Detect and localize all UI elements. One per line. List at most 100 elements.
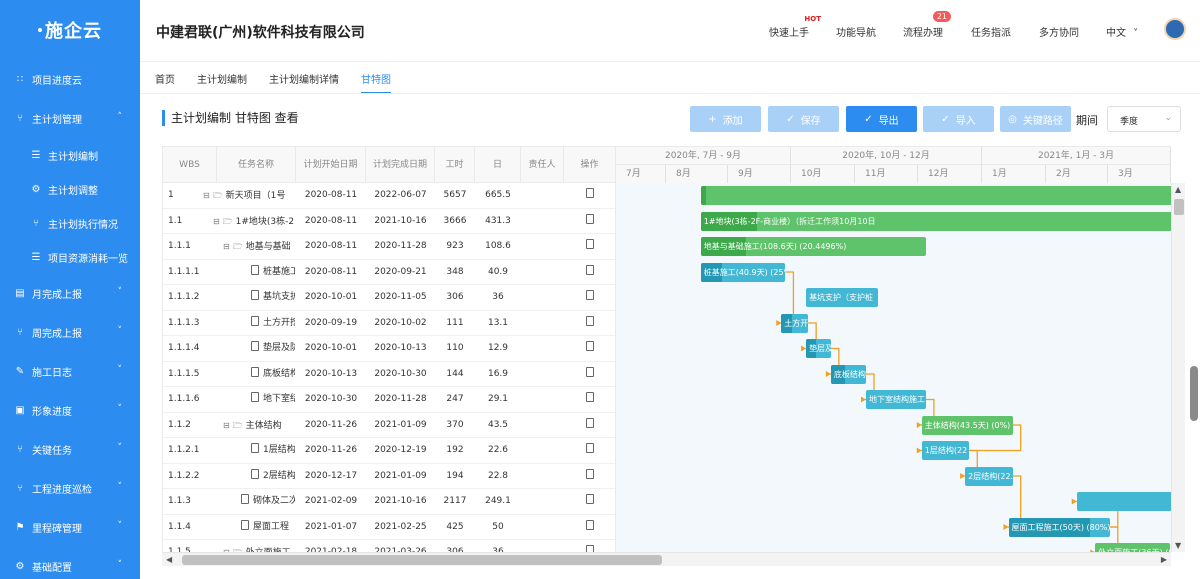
table-row[interactable]: 1.1.1.6 地下室结 2020-10-30 2020-11-28 247 29.1	[163, 387, 615, 413]
gantt-bar[interactable]: 基坑支护（支护桩	[806, 288, 879, 307]
end-cell: 2020-11-28	[374, 394, 427, 404]
view-document-icon[interactable]	[586, 264, 594, 275]
gantt-bar[interactable]: 外立面施工(36天) (0	[1095, 543, 1170, 552]
page-scroll-thumb[interactable]	[1190, 366, 1198, 421]
sidebar-item[interactable]: ⑂ 工程进度巡检 ˅	[0, 469, 140, 508]
table-row[interactable]: 1.1.1.3 土方开挖 2020-09-19 2020-10-02 111 13.1	[163, 311, 615, 336]
table-row[interactable]: 1.1.2 ⊟ 🗁 主体结构 2020-11-26 2021-01-09 370 43.5	[163, 413, 615, 438]
gantt-bar[interactable]: 垫层及	[806, 339, 831, 358]
collapse-icon[interactable]: ⊟	[223, 413, 230, 438]
view-document-icon[interactable]	[586, 366, 594, 377]
view-document-icon[interactable]	[586, 392, 594, 402]
collapse-icon[interactable]: ⊟	[213, 209, 220, 234]
scroll-right-icon[interactable]: ▶	[1161, 555, 1167, 564]
table-row[interactable]: 1.1.1.4 垫层及防 2020-10-01 2020-10-13 110 12.9	[163, 336, 615, 362]
milestone-icon: ⚑	[15, 522, 25, 533]
task-name-cell: 屋面工程	[241, 515, 295, 540]
wbs-cell: 1.1.2.1	[168, 445, 200, 455]
gantt-bar[interactable]: 1#地块(3栋-2F-商业楼）（拆迁工作须10月10日	[700, 211, 1171, 231]
header-nav-item[interactable]: 任务指派	[971, 24, 1011, 39]
table-row[interactable]: 1.1.1.5 底板结构 2020-10-13 2020-10-30 144 16.9	[163, 362, 615, 387]
table-row[interactable]: 1.1.1 ⊟ 🗁 地基与基础 2020-08-11 2020-11-28 923 108.6	[163, 234, 615, 260]
sidebar-item[interactable]: ⚑ 里程碑管理 ˅	[0, 508, 140, 547]
header-nav-item[interactable]: 快速上手 HOT	[769, 15, 821, 39]
view-document-icon[interactable]	[586, 494, 594, 504]
collapse-icon[interactable]: ⊟	[223, 234, 230, 259]
sidebar-item[interactable]: ☰ 主计划编制	[0, 138, 140, 172]
view-document-icon[interactable]	[586, 417, 594, 428]
view-document-icon[interactable]	[586, 290, 594, 300]
task-name-cell: 砌体及二次	[241, 489, 295, 514]
header-nav-item[interactable]: 功能导航	[836, 24, 876, 39]
collapse-icon[interactable]: ⊟	[203, 183, 210, 208]
sidebar-item[interactable]: ✎ 施工日志 ˅	[0, 352, 140, 391]
sidebar-item[interactable]: ▤ 月完成上报 ˅	[0, 274, 140, 313]
gantt-bar[interactable]: 地下室结构施工	[865, 390, 926, 409]
view-document-icon[interactable]	[586, 315, 594, 326]
period-select[interactable]: 季度 ⌄	[1107, 106, 1181, 132]
gantt-bar[interactable]: 主体结构(43.5天) (0%)	[921, 415, 1013, 435]
sidebar-item[interactable]: ⑂ 周完成上报 ˅	[0, 313, 140, 352]
view-document-icon[interactable]	[586, 213, 594, 224]
table-row[interactable]: 1.1.2.1 1层结构 2020-11-26 2020-12-19 192 22.6	[163, 438, 615, 464]
toolbar-button[interactable]: ✓ 导入	[923, 106, 994, 132]
gantt-bar[interactable]: 1层结构(22	[921, 441, 970, 460]
sidebar-item[interactable]: ☰ 项目资源消耗一览	[0, 240, 140, 274]
header-nav-item[interactable]: 流程办理 21	[903, 11, 951, 39]
scroll-down-icon[interactable]: ▼	[1175, 541, 1181, 550]
tab-item[interactable]: 首页	[155, 68, 175, 94]
table-row[interactable]: 1.1.3 砌体及二次 2021-02-09 2021-10-16 2117 249.1	[163, 489, 615, 515]
sidebar-item[interactable]: ▣ 形象进度 ˅	[0, 391, 140, 430]
sidebar-item[interactable]: ⑂ 主计划管理 ˄	[0, 99, 140, 138]
toolbar-button[interactable]: ◎ 关键路径	[1000, 106, 1071, 132]
gantt-bar[interactable]: 底板结构	[830, 364, 866, 384]
tab-item[interactable]: 甘特图	[361, 68, 391, 94]
view-document-icon[interactable]	[586, 519, 594, 530]
view-document-icon[interactable]	[586, 341, 594, 351]
gantt-bar[interactable]: 地基与基础施工(108.6天) (20.4496%)	[700, 237, 926, 256]
view-document-icon[interactable]	[586, 443, 594, 453]
app-logo[interactable]: 施企云	[0, 0, 140, 60]
wbs-cell: 1.1.1.6	[168, 394, 200, 404]
gantt-bar-label: 地基与基础施工(108.6天) (20.4496%)	[703, 242, 847, 251]
hours-cell: 144	[446, 368, 464, 379]
toolbar-button[interactable]: ✓ 保存	[768, 106, 839, 132]
horizontal-scroll-thumb[interactable]	[182, 555, 662, 565]
table-row[interactable]: 1.1.2.2 2层结构 2020-12-17 2021-01-09 194 22.8	[163, 464, 615, 489]
tab-item[interactable]: 主计划编制详情	[269, 68, 339, 94]
sidebar-item[interactable]: ⚙ 主计划调整	[0, 172, 140, 206]
sidebar-item[interactable]: ⑂ 主计划执行情况	[0, 206, 140, 240]
user-avatar[interactable]	[1164, 18, 1186, 40]
table-row[interactable]: 1.1.4 屋面工程 2021-01-07 2021-02-25 425 50	[163, 515, 615, 540]
gantt-bar[interactable]: 屋面工程施工(50天) (80%)	[1008, 517, 1110, 537]
header-nav-item[interactable]: 多方协同	[1039, 24, 1079, 39]
table-row[interactable]: 1 ⊟ 🗁 新天项目（1号 2020-08-11 2022-06-07 5657 665.5	[163, 183, 615, 209]
view-document-icon[interactable]	[586, 188, 594, 198]
gantt-bar[interactable]: 桩基施工(40.9天) (25%	[700, 262, 786, 282]
table-row[interactable]: 1.1.1.2 基坑支护 2020-10-01 2020-11-05 306 36	[163, 285, 615, 311]
sidebar-item[interactable]: ⚙ 基础配置 ˅	[0, 547, 140, 579]
gantt-bar-label: 主体结构(43.5天) (0%)	[924, 420, 1011, 430]
gantt-vertical-scrollbar[interactable]: ▲ ▼	[1171, 183, 1185, 552]
vertical-scroll-thumb[interactable]	[1174, 199, 1184, 215]
header-nav-label: 多方协同	[1039, 28, 1079, 39]
chevron-down-icon: ˅	[1130, 28, 1139, 39]
toolbar-button[interactable]: ✓ 导出	[846, 106, 917, 132]
table-row[interactable]: 1.1 ⊟ 🗁 1#地块(3栋-2 2020-08-11 2021-10-16 3666 43…	[163, 209, 615, 234]
gantt-bar[interactable]: 土方开	[781, 313, 809, 333]
header-nav-item[interactable]: 中文 ˅	[1106, 24, 1138, 39]
table-row[interactable]: 1.1.1.1 桩基施工 2020-08-11 2020-09-21 348 40.9	[163, 260, 615, 285]
toolbar-button[interactable]: + 添加	[690, 106, 761, 132]
gantt-bar[interactable]	[1076, 492, 1171, 511]
gantt-bar[interactable]	[700, 186, 1171, 205]
view-document-icon[interactable]	[586, 468, 594, 479]
sidebar-item-label: 形象进度	[32, 407, 72, 418]
sidebar-item[interactable]: ⑂ 关键任务 ˅	[0, 430, 140, 469]
view-document-icon[interactable]	[586, 239, 594, 249]
scroll-left-icon[interactable]: ◀	[166, 555, 172, 564]
sidebar-item[interactable]: ∷ 项目进度云	[0, 60, 140, 99]
gantt-bar[interactable]: 2层结构(22.	[965, 466, 1013, 486]
tab-item[interactable]: 主计划编制	[197, 68, 247, 94]
horizontal-scrollbar[interactable]: ◀ ▶	[162, 552, 1171, 566]
scroll-up-icon[interactable]: ▲	[1175, 185, 1181, 194]
